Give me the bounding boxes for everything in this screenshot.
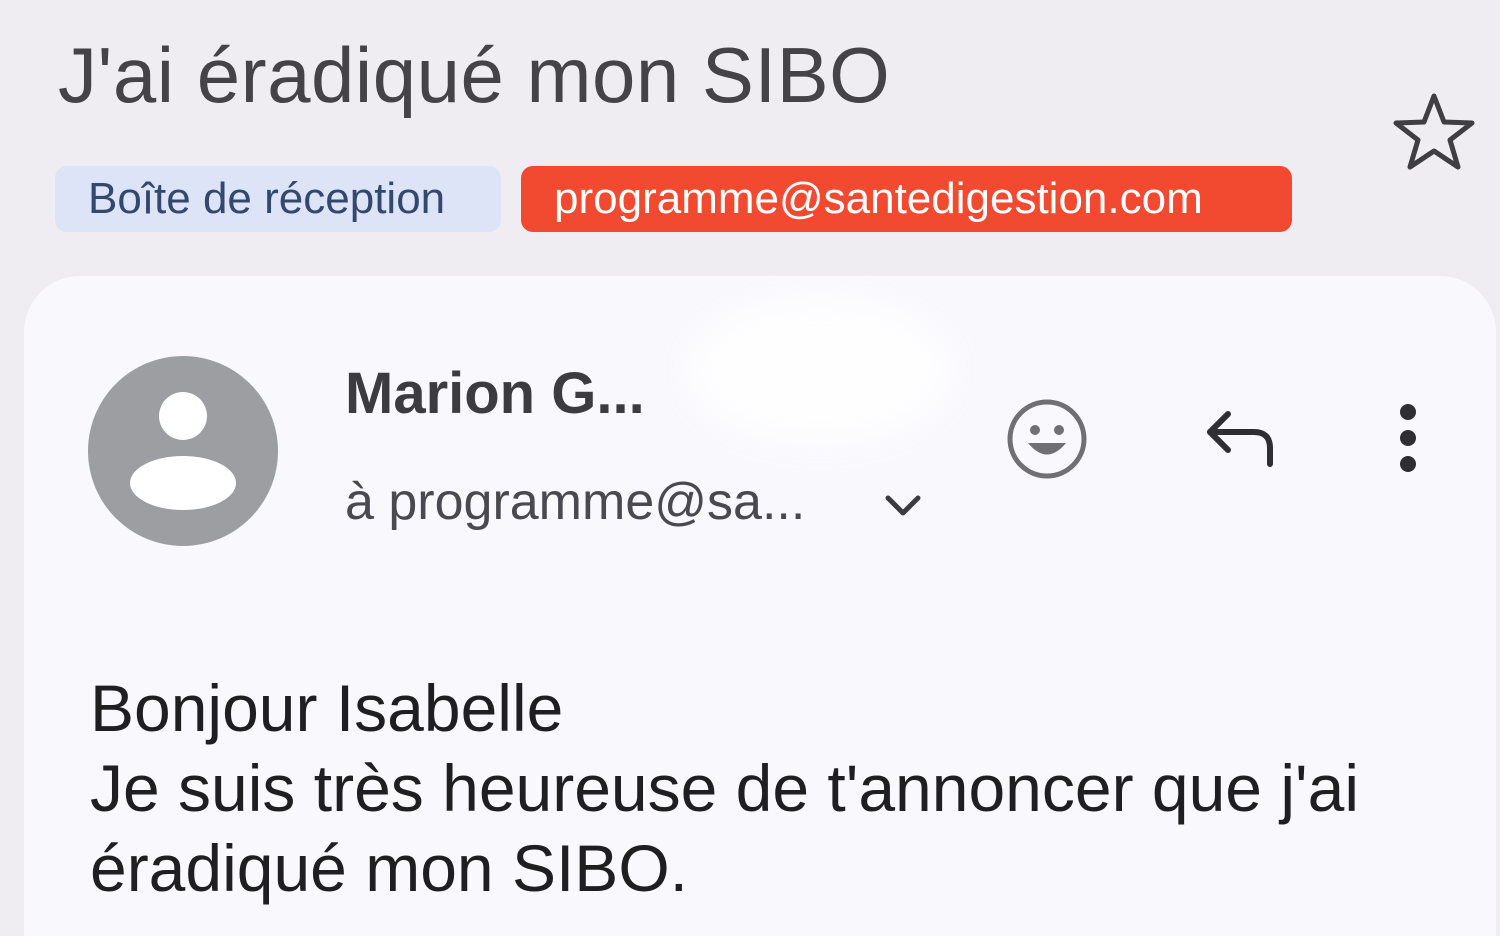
avatar-icon[interactable] xyxy=(88,356,278,546)
body-line: éradiqué mon SIBO. xyxy=(90,831,688,905)
redaction-blur xyxy=(690,300,950,440)
message-body: Bonjour Isabelle Je suis très heureuse d… xyxy=(90,668,1359,908)
email-subject: J'ai éradiqué mon SIBO xyxy=(58,31,891,119)
body-line: Bonjour Isabelle xyxy=(90,671,564,745)
body-line: Je suis très heureuse de t'annoncer que … xyxy=(90,751,1359,825)
sender-label-chip[interactable]: programme@santedigestion.com xyxy=(521,166,1292,232)
sender-name[interactable]: Marion G... xyxy=(345,360,645,427)
reply-icon[interactable] xyxy=(1200,402,1280,474)
star-icon[interactable] xyxy=(1390,88,1478,176)
chevron-down-icon[interactable] xyxy=(880,482,926,528)
recipient-line[interactable]: à programme@sa... xyxy=(345,472,805,532)
more-options-icon[interactable] xyxy=(1382,400,1434,476)
inbox-label-chip[interactable]: Boîte de réception xyxy=(55,166,501,232)
emoji-react-icon[interactable] xyxy=(1004,396,1090,482)
